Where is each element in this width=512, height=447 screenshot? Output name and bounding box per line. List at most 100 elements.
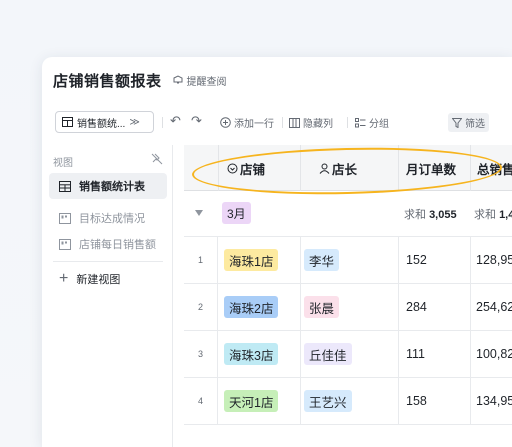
aggregate-sales: 求和 1,481 bbox=[474, 206, 512, 222]
orders-cell[interactable]: 152 bbox=[406, 237, 427, 283]
toolbar-divider bbox=[162, 117, 163, 128]
sales-cell[interactable]: 100,827 bbox=[476, 331, 512, 377]
title-bar: 店铺销售额报表 提醒查阅 bbox=[42, 57, 512, 103]
sidebar-item-label: 目标达成情况 bbox=[79, 213, 145, 225]
sidebar-item-daily-sales[interactable]: 店铺每日销售额 bbox=[49, 231, 167, 257]
filter-button[interactable]: 筛选 bbox=[448, 113, 489, 132]
aggregate-value: 3,055 bbox=[429, 209, 457, 221]
undo-icon[interactable]: ↶ bbox=[170, 113, 181, 129]
view-switcher[interactable]: 销售额统... ≫ bbox=[55, 111, 154, 133]
row-number: 1 bbox=[184, 237, 218, 283]
manager-tag[interactable]: 王艺兴 bbox=[304, 390, 352, 412]
group-label-tag: 3月 bbox=[222, 202, 251, 224]
filter-label: 筛选 bbox=[465, 119, 485, 130]
row-number: 3 bbox=[184, 331, 218, 377]
table-row[interactable]: 3 海珠3店 丘佳佳 111 100,827 bbox=[184, 331, 512, 378]
aggregate-label: 求和 bbox=[404, 209, 426, 221]
sales-cell[interactable]: 254,620 bbox=[476, 284, 512, 330]
table-row[interactable]: 2 海珠2店 张晨 284 254,620 bbox=[184, 284, 512, 331]
aggregate-orders: 求和 3,055 bbox=[404, 206, 457, 222]
sidebar-item-label: 店铺每日销售额 bbox=[79, 239, 156, 251]
store-tag[interactable]: 海珠1店 bbox=[224, 249, 279, 271]
cell-divider bbox=[300, 237, 301, 283]
aggregate-value: 1,481 bbox=[499, 209, 512, 221]
table-icon bbox=[62, 117, 73, 127]
pin-off-icon[interactable] bbox=[151, 153, 163, 165]
group-label: 分组 bbox=[369, 119, 389, 130]
group-icon bbox=[355, 117, 366, 127]
plus-icon: + bbox=[59, 270, 69, 287]
sidebar-item-target[interactable]: 目标达成情况 bbox=[49, 205, 167, 231]
view-name: 销售额统... bbox=[77, 118, 126, 130]
group-button[interactable]: 分组 bbox=[355, 115, 389, 130]
bell-icon bbox=[173, 75, 183, 84]
option-icon bbox=[227, 163, 238, 173]
column-header-store[interactable]: 店铺 bbox=[218, 145, 300, 191]
store-tag[interactable]: 海珠2店 bbox=[224, 296, 279, 318]
cell-divider bbox=[300, 378, 301, 424]
add-row-button[interactable]: 添加一行 bbox=[220, 115, 274, 130]
hide-columns-button[interactable]: 隐藏列 bbox=[289, 115, 333, 130]
column-header-manager[interactable]: 店长 bbox=[300, 145, 398, 191]
row-number: 2 bbox=[184, 284, 218, 330]
new-view-button[interactable]: + 新建视图 bbox=[59, 271, 120, 287]
plus-circle-icon bbox=[220, 117, 231, 128]
sidebar-item-sales-table[interactable]: 销售额统计表 bbox=[49, 173, 167, 199]
row-number: 4 bbox=[184, 378, 218, 424]
page-title: 店铺销售额报表 bbox=[53, 72, 162, 90]
orders-cell[interactable]: 111 bbox=[406, 331, 425, 377]
cell-divider bbox=[300, 331, 301, 377]
columns-icon bbox=[289, 117, 300, 128]
chevron-right-icon: ≫ bbox=[129, 116, 140, 128]
store-tag[interactable]: 海珠3店 bbox=[224, 343, 279, 365]
manager-tag[interactable]: 李华 bbox=[304, 249, 340, 271]
hide-columns-label: 隐藏列 bbox=[303, 119, 333, 130]
sidebar-divider bbox=[53, 261, 163, 262]
remind-button[interactable]: 提醒查阅 bbox=[172, 73, 227, 88]
group-row: 3月 求和 3,055 求和 1,481 bbox=[184, 191, 512, 237]
orders-cell[interactable]: 284 bbox=[406, 284, 427, 330]
cell-divider bbox=[300, 284, 301, 330]
view-sidebar: 视图 销售额统计表 目标达成情况 店铺每日销售额 + 新建视图 bbox=[42, 145, 173, 447]
cell-divider bbox=[398, 378, 399, 424]
cell-divider bbox=[470, 237, 471, 283]
redo-icon[interactable]: ↷ bbox=[191, 113, 202, 129]
sidebar-title: 视图 bbox=[53, 158, 73, 169]
person-icon bbox=[319, 163, 330, 174]
store-tag[interactable]: 天河1店 bbox=[224, 390, 279, 412]
app-window: 店铺销售额报表 提醒查阅 销售额统... ≫ ↶ ↷ 添加一行 隐藏列 分组 筛… bbox=[42, 57, 512, 447]
filter-icon bbox=[452, 117, 462, 128]
cell-divider bbox=[470, 331, 471, 377]
toolbar-divider bbox=[347, 117, 348, 128]
column-header-label: 店长 bbox=[332, 162, 358, 177]
table-icon bbox=[59, 180, 71, 192]
add-row-label: 添加一行 bbox=[234, 119, 274, 130]
sales-cell[interactable]: 134,953 bbox=[476, 378, 512, 424]
header-row-number bbox=[184, 145, 218, 191]
table-row[interactable]: 4 天河1店 王艺兴 158 134,953 bbox=[184, 378, 512, 425]
cell-divider bbox=[398, 284, 399, 330]
cell-divider bbox=[470, 378, 471, 424]
toolbar: 销售额统... ≫ ↶ ↷ 添加一行 隐藏列 分组 筛选 bbox=[42, 111, 512, 137]
sales-cell[interactable]: 128,950 bbox=[476, 237, 512, 283]
orders-cell[interactable]: 158 bbox=[406, 378, 427, 424]
new-view-label: 新建视图 bbox=[76, 274, 121, 286]
kanban-icon bbox=[59, 238, 71, 250]
column-header-sales[interactable]: 总销售额 bbox=[470, 145, 512, 191]
toolbar-divider bbox=[282, 117, 283, 128]
column-header-label: 总销售额 bbox=[477, 162, 512, 177]
collapse-triangle-icon[interactable] bbox=[195, 210, 203, 216]
data-grid: 店铺 店长 月订单数 总销售额 3月 求和 3,055 bbox=[184, 145, 512, 447]
cell-divider bbox=[398, 237, 399, 283]
remind-label: 提醒查阅 bbox=[186, 76, 227, 88]
column-header-orders[interactable]: 月订单数 bbox=[398, 145, 470, 191]
sidebar-header: 视图 bbox=[53, 153, 163, 169]
cell-divider bbox=[398, 331, 399, 377]
column-header-label: 月订单数 bbox=[406, 162, 457, 177]
aggregate-label: 求和 bbox=[474, 209, 496, 221]
column-header-label: 店铺 bbox=[240, 162, 266, 177]
manager-tag[interactable]: 丘佳佳 bbox=[304, 343, 352, 365]
cell-divider bbox=[470, 284, 471, 330]
table-row[interactable]: 1 海珠1店 李华 152 128,950 bbox=[184, 237, 512, 284]
manager-tag[interactable]: 张晨 bbox=[304, 296, 340, 318]
